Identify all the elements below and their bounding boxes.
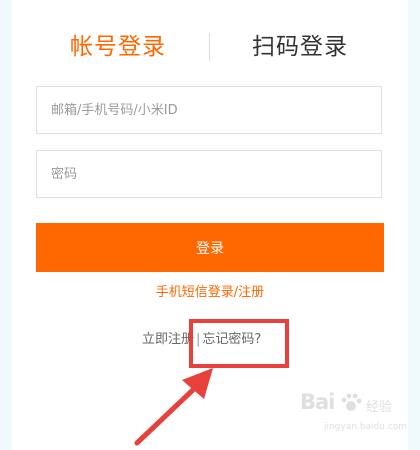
tab-qr-login[interactable]: 扫码登录 [252, 28, 348, 66]
password-input[interactable] [36, 150, 382, 198]
sms-login-link[interactable]: 手机短信登录/注册 [12, 284, 408, 302]
login-card: 帐号登录 扫码登录 登录 手机短信登录/注册 立即注册|忘记密码? [12, 0, 408, 450]
bottom-links: 立即注册 | 忘记密码? [142, 331, 261, 349]
login-tabs: 帐号登录 扫码登录 [12, 28, 408, 68]
login-button[interactable]: 登录 [36, 223, 384, 272]
tab-divider [209, 33, 210, 61]
forgot-password-link[interactable]: 忘记密码? [202, 332, 261, 347]
link-separator: | [196, 332, 201, 347]
account-input[interactable] [36, 86, 382, 134]
register-link[interactable]: 立即注册 [142, 332, 194, 347]
tab-account-login[interactable]: 帐号登录 [70, 28, 166, 66]
